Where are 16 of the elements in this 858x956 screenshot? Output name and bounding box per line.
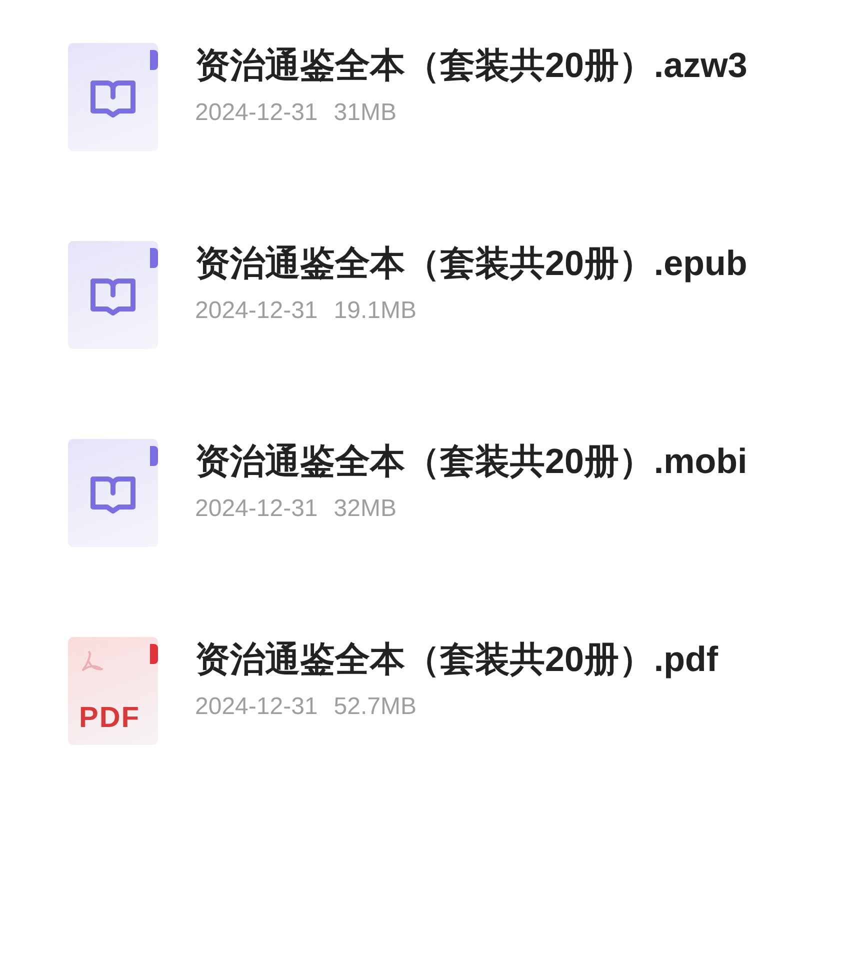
file-date: 2024-12-31 [195, 494, 318, 524]
file-name[interactable]: 资治通鉴全本（套装共20册）.pdf [195, 639, 718, 681]
file-date: 2024-12-31 [195, 98, 318, 128]
ebook-file-icon [68, 241, 158, 349]
file-name[interactable]: 资治通鉴全本（套装共20册）.azw3 [195, 45, 748, 87]
file-name[interactable]: 资治通鉴全本（套装共20册）.mobi [195, 441, 748, 483]
file-size: 31MB [334, 98, 396, 128]
file-date: 2024-12-31 [195, 296, 318, 326]
file-size: 52.7MB [334, 692, 416, 722]
file-size: 32MB [334, 494, 396, 524]
ebook-file-icon [68, 439, 158, 547]
pdf-file-icon: PDF [68, 637, 158, 745]
file-size: 19.1MB [334, 296, 416, 326]
file-date: 2024-12-31 [195, 692, 318, 722]
file-name[interactable]: 资治通鉴全本（套装共20册）.epub [195, 243, 748, 285]
ebook-file-icon [68, 43, 158, 151]
